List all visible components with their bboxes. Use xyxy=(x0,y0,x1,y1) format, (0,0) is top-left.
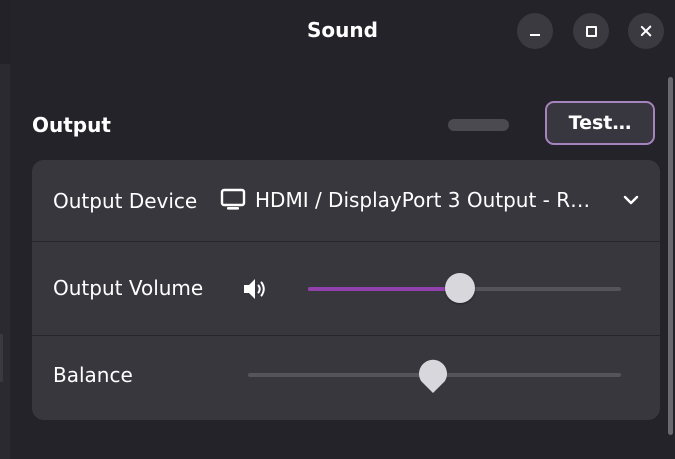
monitor-icon xyxy=(220,188,246,210)
header-bar: Sound xyxy=(10,0,675,62)
output-device-value: HDMI / DisplayPort 3 Output - R… xyxy=(255,188,591,212)
background-window-header xyxy=(0,0,10,64)
output-volume-row: Output Volume xyxy=(32,242,660,335)
balance-slider-knob[interactable] xyxy=(417,356,449,394)
balance-row: Balance xyxy=(32,336,660,420)
balance-slider[interactable] xyxy=(248,359,621,393)
output-device-row: Output Device HDMI / DisplayPort 3 Outpu… xyxy=(32,160,660,241)
output-volume-slider[interactable] xyxy=(308,273,621,303)
close-button[interactable] xyxy=(628,13,664,49)
output-device-label: Output Device xyxy=(53,189,198,213)
close-icon xyxy=(640,25,652,37)
maximize-button[interactable] xyxy=(573,13,609,49)
test-button[interactable]: Test… xyxy=(545,101,655,145)
output-section-title: Output xyxy=(32,113,111,137)
background-window-element xyxy=(0,334,3,382)
volume-slider-knob[interactable] xyxy=(445,273,476,303)
minimize-icon xyxy=(530,34,540,36)
balance-label: Balance xyxy=(53,363,133,387)
scrollbar[interactable] xyxy=(668,77,673,435)
output-volume-label: Output Volume xyxy=(53,276,204,300)
speaker-icon[interactable] xyxy=(242,276,268,302)
volume-slider-fill xyxy=(308,287,461,291)
minimize-button[interactable] xyxy=(517,13,553,49)
chevron-down-icon xyxy=(623,195,639,205)
output-level-indicator xyxy=(448,119,509,131)
output-settings-card: Output Device HDMI / DisplayPort 3 Outpu… xyxy=(32,160,660,420)
output-device-dropdown[interactable]: HDMI / DisplayPort 3 Output - R… xyxy=(220,180,640,220)
maximize-icon xyxy=(585,25,597,37)
background-window-edge xyxy=(0,0,10,459)
